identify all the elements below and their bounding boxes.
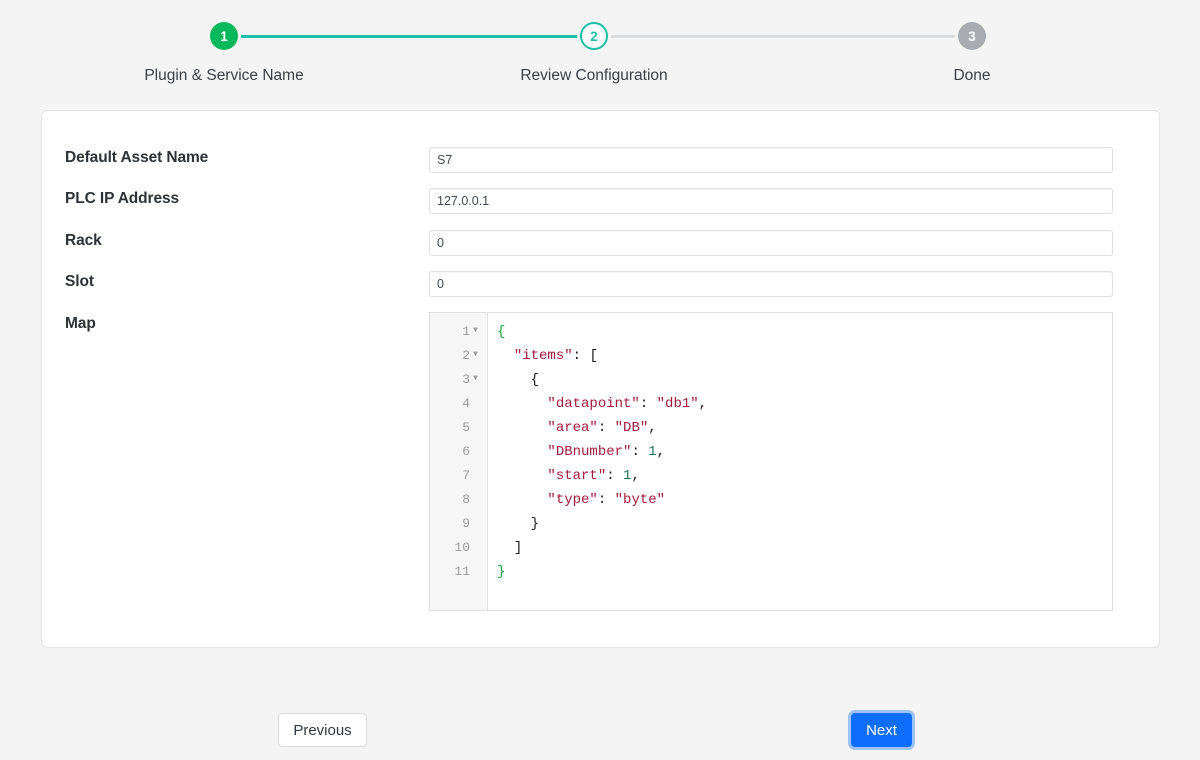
- token-str: "DB": [615, 420, 649, 436]
- gutter-line-7: 7▼: [430, 464, 487, 488]
- line-number: 11: [454, 560, 470, 584]
- code-line-7[interactable]: "start": 1,: [497, 464, 1112, 488]
- step-2-label: Review Configuration: [494, 67, 694, 85]
- input-slot[interactable]: [429, 271, 1113, 297]
- label-slot: Slot: [65, 273, 94, 291]
- line-number: 3: [462, 368, 470, 392]
- step-2[interactable]: 2 Review Configuration: [494, 22, 694, 85]
- step-connector-1-2: [238, 35, 580, 38]
- gutter-line-9: 9▼: [430, 512, 487, 536]
- label-map: Map: [65, 315, 96, 333]
- line-number: 4: [462, 392, 470, 416]
- line-number: 1: [462, 320, 470, 344]
- line-number: 6: [462, 440, 470, 464]
- token-punct: :: [631, 444, 648, 460]
- token-str: "start": [547, 468, 606, 484]
- token-punct: :: [598, 420, 615, 436]
- map-json-editor[interactable]: 1▼2▼3▼4▼5▼6▼7▼8▼9▼10▼11▼ { "items": [ { …: [429, 312, 1113, 611]
- token-punct: }: [531, 516, 539, 532]
- code-line-11[interactable]: }: [497, 560, 1112, 584]
- token-str: "DBnumber": [547, 444, 631, 460]
- code-line-9[interactable]: }: [497, 512, 1112, 536]
- step-3-label: Done: [872, 67, 1072, 85]
- editor-gutter: 1▼2▼3▼4▼5▼6▼7▼8▼9▼10▼11▼: [430, 313, 488, 610]
- gutter-line-8: 8▼: [430, 488, 487, 512]
- input-default-asset-name[interactable]: [429, 147, 1113, 173]
- previous-button[interactable]: Previous: [278, 713, 367, 747]
- token-punct: ,: [699, 396, 707, 412]
- token-brace: {: [497, 324, 505, 340]
- token-str: "byte": [615, 492, 665, 508]
- gutter-line-6: 6▼: [430, 440, 487, 464]
- token-str: "datapoint": [547, 396, 639, 412]
- code-line-3[interactable]: {: [497, 368, 1112, 392]
- token-punct: {: [531, 372, 539, 388]
- token-punct: :: [640, 396, 657, 412]
- step-2-circle[interactable]: 2: [580, 22, 608, 50]
- wizard-page: 1 Plugin & Service Name 2 Review Configu…: [0, 0, 1200, 760]
- editor-code-area[interactable]: { "items": [ { "datapoint": "db1", "area…: [488, 313, 1112, 610]
- step-3[interactable]: 3 Done: [872, 22, 1072, 85]
- gutter-line-11: 11▼: [430, 560, 487, 584]
- gutter-line-1: 1▼: [430, 320, 487, 344]
- token-brace: }: [497, 564, 505, 580]
- code-line-10[interactable]: ]: [497, 536, 1112, 560]
- gutter-line-5: 5▼: [430, 416, 487, 440]
- gutter-line-4: 4▼: [430, 392, 487, 416]
- gutter-line-10: 10▼: [430, 536, 487, 560]
- label-rack: Rack: [65, 232, 102, 250]
- line-number: 10: [454, 536, 470, 560]
- wizard-stepper: 1 Plugin & Service Name 2 Review Configu…: [0, 22, 1200, 86]
- code-line-1[interactable]: {: [497, 320, 1112, 344]
- line-number: 8: [462, 488, 470, 512]
- token-str: "area": [547, 420, 597, 436]
- next-button[interactable]: Next: [851, 713, 912, 747]
- token-num: 1: [648, 444, 656, 460]
- gutter-line-3: 3▼: [430, 368, 487, 392]
- token-punct: :: [606, 468, 623, 484]
- token-str: "type": [547, 492, 597, 508]
- step-3-number: 3: [968, 29, 976, 44]
- token-str: "db1": [657, 396, 699, 412]
- code-line-5[interactable]: "area": "DB",: [497, 416, 1112, 440]
- configuration-card: Default Asset Name PLC IP Address Rack S…: [41, 110, 1160, 648]
- code-line-8[interactable]: "type": "byte": [497, 488, 1112, 512]
- token-punct: :: [573, 348, 590, 364]
- step-2-number: 2: [590, 29, 598, 44]
- token-punct: ,: [631, 468, 639, 484]
- chevron-down-icon[interactable]: ▼: [470, 367, 481, 391]
- gutter-line-2: 2▼: [430, 344, 487, 368]
- line-number: 2: [462, 344, 470, 368]
- step-1-circle[interactable]: 1: [210, 22, 238, 50]
- token-str: "items": [514, 348, 573, 364]
- step-1-number: 1: [220, 29, 228, 44]
- label-plc-ip-address: PLC IP Address: [65, 190, 179, 208]
- line-number: 7: [462, 464, 470, 488]
- input-plc-ip-address[interactable]: [429, 188, 1113, 214]
- token-punct: :: [598, 492, 615, 508]
- token-punct: [: [589, 348, 597, 364]
- step-1-label: Plugin & Service Name: [124, 67, 324, 85]
- code-line-4[interactable]: "datapoint": "db1",: [497, 392, 1112, 416]
- input-rack[interactable]: [429, 230, 1113, 256]
- chevron-down-icon[interactable]: ▼: [470, 343, 481, 367]
- step-connector-2-3: [608, 35, 958, 38]
- line-number: 5: [462, 416, 470, 440]
- code-line-2[interactable]: "items": [: [497, 344, 1112, 368]
- step-3-circle[interactable]: 3: [958, 22, 986, 50]
- code-line-6[interactable]: "DBnumber": 1,: [497, 440, 1112, 464]
- line-number: 9: [462, 512, 470, 536]
- token-punct: ,: [648, 420, 656, 436]
- token-punct: ,: [657, 444, 665, 460]
- label-default-asset-name: Default Asset Name: [65, 149, 208, 167]
- token-punct: ]: [514, 540, 522, 556]
- step-1[interactable]: 1 Plugin & Service Name: [124, 22, 324, 85]
- chevron-down-icon[interactable]: ▼: [470, 319, 481, 343]
